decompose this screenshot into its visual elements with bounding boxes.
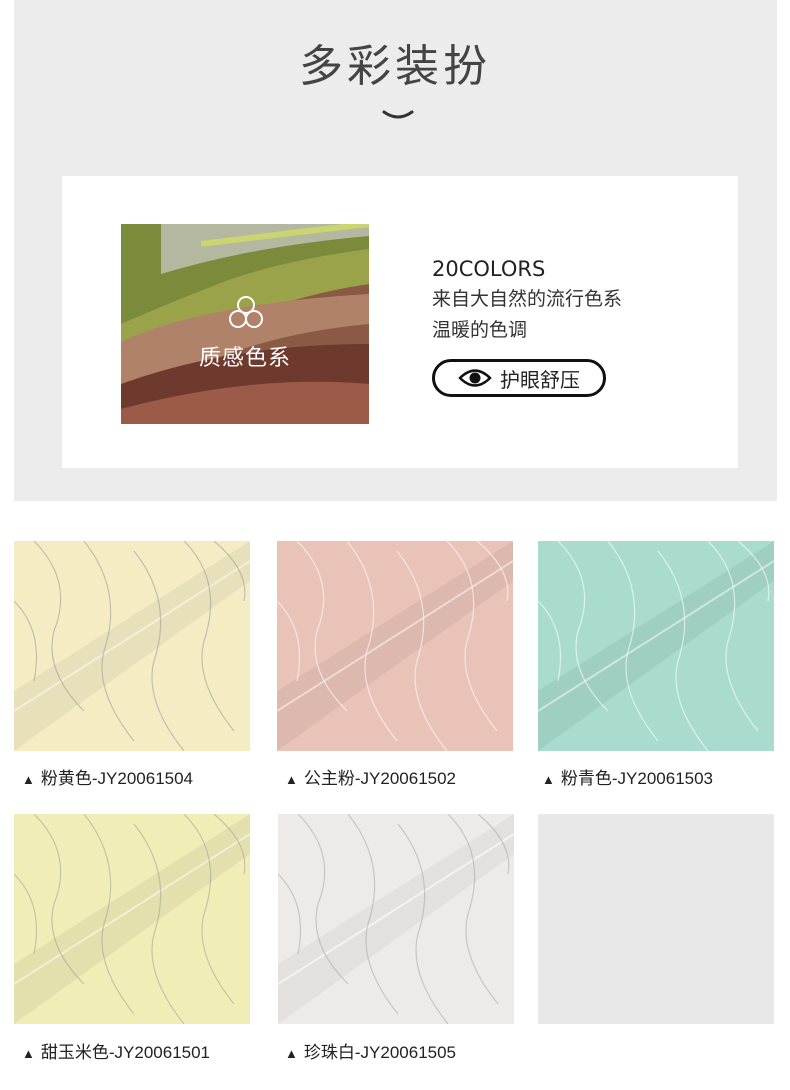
product-caption: ▲ 甜玉米色-JY20061501 [22, 1043, 211, 1062]
triangle-icon: ▲ [285, 1046, 298, 1061]
triangle-icon: ▲ [22, 772, 35, 787]
product-caption: ▲ 珍珠白-JY20061505 [285, 1043, 457, 1062]
chevron-down-icon [382, 110, 414, 119]
swatch-image [14, 541, 250, 751]
product-caption: ▲ 粉青色-JY20061503 [542, 769, 714, 788]
page-title: 多彩装扮 [299, 41, 491, 92]
swatch-image [14, 814, 250, 1024]
product-swatch[interactable] [278, 814, 514, 1024]
swatch-image [538, 541, 774, 751]
product-swatch[interactable] [277, 541, 513, 751]
description-line-1: 来自大自然的流行色系 [432, 288, 623, 310]
colors-count: 20COLORS [432, 257, 546, 281]
feature-text: 20COLORS 来自大自然的流行色系 温暖的色调 [432, 254, 732, 346]
eye-care-button[interactable]: 护眼舒压 [432, 359, 606, 397]
triangle-icon: ▲ [542, 772, 555, 787]
landscape-image: 质感色系 [121, 224, 369, 424]
three-circles-icon [229, 296, 263, 328]
product-caption: ▲ 粉黄色-JY20061504 [22, 769, 194, 788]
eye-icon [458, 369, 492, 387]
product-swatch[interactable] [538, 541, 774, 751]
product-swatch[interactable] [14, 541, 250, 751]
image-label: 质感色系 [198, 346, 291, 371]
eye-button-label: 护眼舒压 [500, 367, 580, 392]
swatch-image [277, 541, 513, 751]
swatch-image [278, 814, 514, 1024]
product-caption: ▲ 公主粉-JY20061502 [285, 769, 457, 788]
triangle-icon: ▲ [22, 1046, 35, 1061]
feature-card: 质感色系 20COLORS 来自大自然的流行色系 温暖的色调 护眼舒压 [62, 176, 738, 468]
empty-tile [538, 814, 774, 1024]
description-line-2: 温暖的色调 [432, 319, 528, 341]
triangle-icon: ▲ [285, 772, 298, 787]
product-swatch[interactable] [14, 814, 250, 1024]
